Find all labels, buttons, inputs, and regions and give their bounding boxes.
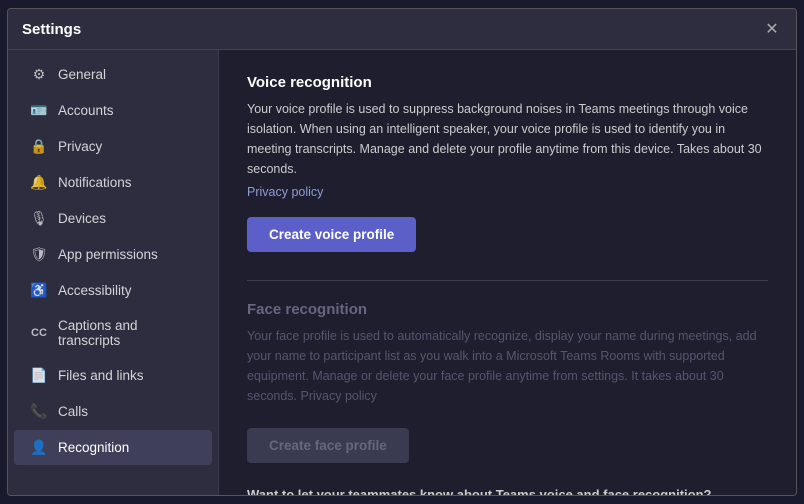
bell-icon: 🔔 <box>30 174 48 191</box>
lock-icon: 🔒 <box>30 138 48 155</box>
sidebar-item-notifications[interactable]: 🔔 Notifications <box>14 165 212 200</box>
sidebar-item-label: Notifications <box>58 175 132 190</box>
bottom-section: Want to let your teammates know about Te… <box>247 487 768 495</box>
sidebar-item-label: Privacy <box>58 139 102 154</box>
face-privacy-policy-link[interactable]: Privacy policy <box>301 389 377 403</box>
phone-icon: 📞 <box>30 403 48 420</box>
sidebar-item-recognition[interactable]: 👤 Recognition <box>14 430 212 465</box>
sidebar-item-privacy[interactable]: 🔒 Privacy <box>14 129 212 164</box>
content-area: ⚙ General 🪪 Accounts 🔒 Privacy 🔔 Notific… <box>8 50 796 495</box>
sidebar: ⚙ General 🪪 Accounts 🔒 Privacy 🔔 Notific… <box>8 50 218 495</box>
sidebar-item-devices[interactable]: 🎙 Devices <box>14 201 212 236</box>
sidebar-item-captions[interactable]: CC Captions and transcripts <box>14 309 212 357</box>
gear-icon: ⚙ <box>30 66 48 83</box>
sidebar-item-label: Devices <box>58 211 106 226</box>
create-face-profile-button: Create face profile <box>247 428 409 463</box>
create-voice-profile-button[interactable]: Create voice profile <box>247 217 416 252</box>
window-title: Settings <box>22 21 81 38</box>
sidebar-item-calls[interactable]: 📞 Calls <box>14 394 212 429</box>
voice-recognition-section: Voice recognition Your voice profile is … <box>247 74 768 276</box>
sidebar-item-label: Accessibility <box>58 283 132 298</box>
shield-icon: 🛡 <box>30 246 48 263</box>
accounts-icon: 🪪 <box>30 102 48 119</box>
settings-window: Settings ✕ ⚙ General 🪪 Accounts 🔒 Privac… <box>7 8 797 496</box>
sidebar-item-files[interactable]: 📄 Files and links <box>14 358 212 393</box>
microphone-icon: 🎙 <box>30 210 48 227</box>
sidebar-item-accounts[interactable]: 🪪 Accounts <box>14 93 212 128</box>
titlebar: Settings ✕ <box>8 9 796 50</box>
sidebar-item-general[interactable]: ⚙ General <box>14 57 212 92</box>
close-button[interactable]: ✕ <box>762 19 782 39</box>
face-recognition-title: Face recognition <box>247 301 768 318</box>
sidebar-item-label: Captions and transcripts <box>58 318 196 348</box>
sidebar-item-label: Recognition <box>58 440 129 455</box>
sidebar-item-label: Accounts <box>58 103 114 118</box>
sidebar-item-label: App permissions <box>58 247 158 262</box>
section-divider <box>247 280 768 281</box>
voice-recognition-title: Voice recognition <box>247 74 768 91</box>
sidebar-item-app-permissions[interactable]: 🛡 App permissions <box>14 237 212 272</box>
voice-privacy-policy-link[interactable]: Privacy policy <box>247 185 323 199</box>
face-recognition-description: Your face profile is used to automatical… <box>247 326 768 406</box>
accessibility-icon: ♿ <box>30 282 48 299</box>
sidebar-item-label: General <box>58 67 106 82</box>
person-icon: 👤 <box>30 439 48 456</box>
file-icon: 📄 <box>30 367 48 384</box>
captions-icon: CC <box>30 327 48 339</box>
sidebar-item-label: Files and links <box>58 368 144 383</box>
main-content: Voice recognition Your voice profile is … <box>218 50 796 495</box>
bottom-question: Want to let your teammates know about Te… <box>247 487 768 495</box>
voice-recognition-description: Your voice profile is used to suppress b… <box>247 99 768 179</box>
sidebar-item-label: Calls <box>58 404 88 419</box>
sidebar-item-accessibility[interactable]: ♿ Accessibility <box>14 273 212 308</box>
face-recognition-section: Face recognition Your face profile is us… <box>247 301 768 483</box>
